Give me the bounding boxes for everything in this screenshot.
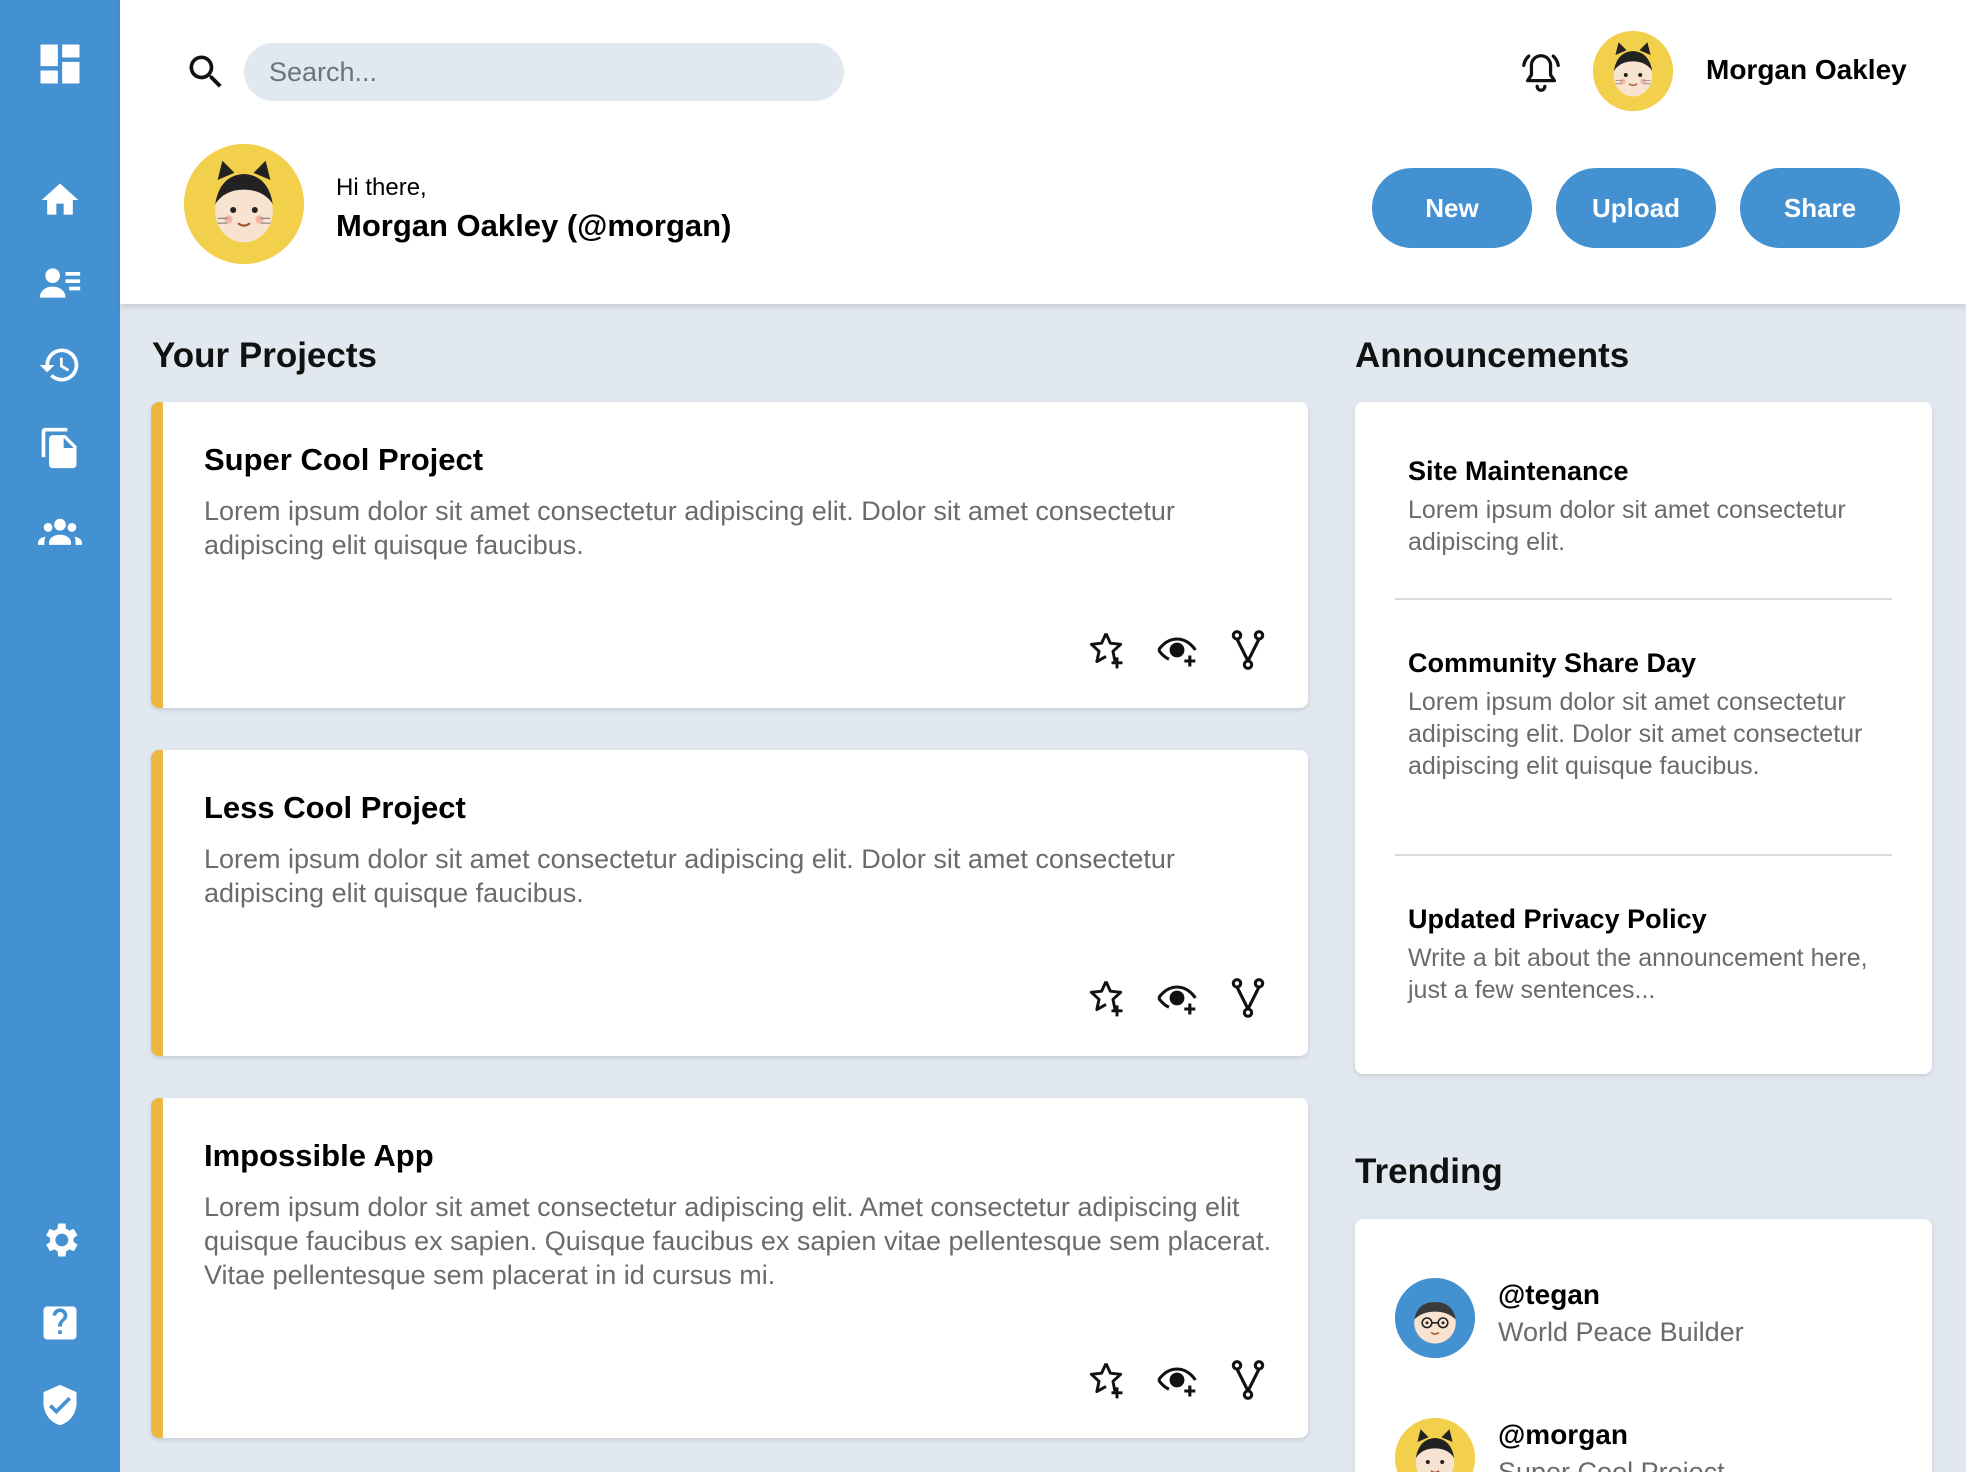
star-add-icon[interactable] [1084,1358,1128,1402]
watch-icon[interactable] [1155,1358,1199,1402]
announcement-body: Lorem ipsum dolor sit amet consectetur a… [1408,496,1846,556]
new-button[interactable]: New [1372,168,1532,248]
documents-icon[interactable] [0,418,120,478]
greeting-text: Hi there, [336,174,427,201]
sidebar [0,0,120,1472]
project-description: Lorem ipsum dolor sit amet consectetur a… [204,1192,1272,1290]
watch-icon[interactable] [1155,976,1199,1020]
security-icon[interactable] [0,1375,120,1435]
header-username[interactable]: Morgan Oakley [1706,54,1907,86]
announcement-title[interactable]: Community Share Day [1408,648,1696,679]
project-card[interactable]: Super Cool Project Lorem ipsum dolor sit… [151,402,1308,708]
project-card[interactable]: Less Cool Project Lorem ipsum dolor sit … [151,750,1308,1056]
profile-avatar [184,144,304,264]
star-add-icon[interactable] [1084,976,1128,1020]
divider [1395,598,1892,600]
settings-icon[interactable] [0,1210,120,1270]
home-icon[interactable] [0,170,120,230]
project-title[interactable]: Impossible App [204,1138,434,1174]
share-button[interactable]: Share [1740,168,1900,248]
user-avatar[interactable] [1593,31,1673,111]
projects-heading: Your Projects [152,336,377,375]
star-add-icon[interactable] [1084,628,1128,672]
project-description: Lorem ipsum dolor sit amet consectetur a… [204,496,1175,560]
announcement-body: Write a bit about the announcement here,… [1408,944,1868,1004]
project-title[interactable]: Super Cool Project [204,442,483,478]
search-icon[interactable] [184,50,228,94]
help-icon[interactable] [0,1293,120,1353]
trending-user-avatar[interactable] [1395,1278,1475,1358]
team-icon[interactable] [0,502,120,562]
announcement-title[interactable]: Site Maintenance [1408,456,1629,487]
fork-icon[interactable] [1226,628,1270,672]
trending-subtitle: Super Cool Project [1498,1457,1725,1472]
dashboard-logo-icon[interactable] [0,34,120,94]
announcement-title[interactable]: Updated Privacy Policy [1408,904,1707,935]
project-title[interactable]: Less Cool Project [204,790,466,826]
project-description: Lorem ipsum dolor sit amet consectetur a… [204,844,1175,908]
trending-user-avatar[interactable] [1395,1418,1475,1472]
header: Morgan Oakley Hi there, Morgan Oakley (@… [120,0,1966,304]
trending-subtitle: World Peace Builder [1498,1317,1744,1347]
project-card[interactable]: Impossible App Lorem ipsum dolor sit ame… [151,1098,1308,1438]
profile-full-name: Morgan Oakley (@morgan) [336,208,732,243]
search-input[interactable] [244,43,844,101]
divider [1395,854,1892,856]
trending-panel: @tegan World Peace Builder @morgan Super… [1355,1219,1932,1472]
upload-button[interactable]: Upload [1556,168,1716,248]
notification-bell-icon[interactable] [1518,50,1564,96]
watch-icon[interactable] [1155,628,1199,672]
fork-icon[interactable] [1226,1358,1270,1402]
announcements-heading: Announcements [1355,336,1630,375]
announcement-body: Lorem ipsum dolor sit amet consectetur a… [1408,688,1863,780]
trending-handle[interactable]: @morgan [1498,1419,1628,1451]
fork-icon[interactable] [1226,976,1270,1020]
history-icon[interactable] [0,335,120,395]
announcements-panel: Site Maintenance Lorem ipsum dolor sit a… [1355,402,1932,1074]
user-list-icon[interactable] [0,253,120,313]
trending-handle[interactable]: @tegan [1498,1279,1600,1311]
trending-heading: Trending [1355,1152,1503,1191]
